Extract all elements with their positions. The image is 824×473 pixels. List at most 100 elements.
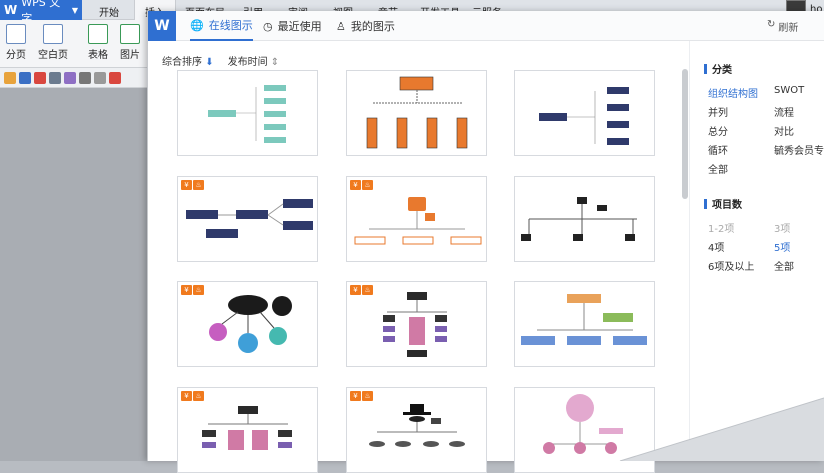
- picture-icon: [120, 24, 140, 44]
- template-card[interactable]: [514, 176, 655, 262]
- category-cycle[interactable]: 循环: [708, 142, 728, 157]
- yen-icon: ¥: [350, 285, 361, 295]
- wps-app-button[interactable]: W WPS 文字 ▼: [0, 0, 82, 25]
- category-org-chart[interactable]: 组织结构图: [708, 85, 758, 100]
- clock-icon: ◷: [263, 19, 273, 33]
- document-area: [0, 88, 150, 461]
- category-heading-label: 分类: [712, 65, 732, 76]
- template-thumbnail: [539, 87, 629, 145]
- template-card[interactable]: ¥ ♨: [346, 387, 487, 473]
- template-card[interactable]: ¥ ♨: [177, 281, 318, 367]
- arrow-down-icon: ⬇: [205, 57, 214, 68]
- flame-icon: ♨: [362, 391, 373, 401]
- tab-my-graphics[interactable]: ♙ 我的图示: [336, 11, 395, 41]
- yen-icon: ¥: [350, 391, 361, 401]
- refresh-button[interactable]: ↻ 刷新: [767, 19, 798, 34]
- category-total-sub[interactable]: 总分: [708, 123, 728, 138]
- table-icon: [88, 24, 108, 44]
- category-process[interactable]: 流程: [774, 104, 794, 119]
- preview-icon[interactable]: [64, 71, 76, 84]
- yen-icon: ¥: [350, 180, 361, 190]
- quick-access-toolbar: [0, 68, 150, 88]
- template-thumbnail: [208, 85, 286, 143]
- count-all[interactable]: 全部: [774, 258, 794, 273]
- template-card[interactable]: [514, 281, 655, 367]
- format-painter-icon[interactable]: [109, 71, 121, 84]
- blank-page-button[interactable]: 空白页: [38, 24, 68, 61]
- badge: ¥ ♨: [350, 180, 373, 190]
- template-card[interactable]: ¥ ♨: [177, 176, 318, 262]
- tab-recent[interactable]: ◷ 最近使用: [263, 11, 322, 41]
- count-heading-label: 项目数: [712, 200, 742, 211]
- category-parallel[interactable]: 并列: [708, 104, 728, 119]
- tab-start[interactable]: 开始: [99, 4, 119, 19]
- sort-composite[interactable]: 综合排序 ⬇: [162, 53, 214, 68]
- category-swot[interactable]: SWOT: [774, 85, 804, 96]
- template-card[interactable]: [346, 70, 487, 156]
- count-5[interactable]: 5项: [774, 239, 790, 254]
- picture-button[interactable]: 图片: [120, 24, 140, 61]
- tab-recent-label: 最近使用: [277, 20, 322, 33]
- badge: ¥ ♨: [181, 180, 204, 190]
- yen-icon: ¥: [181, 285, 192, 295]
- user-icon: ♙: [336, 19, 346, 33]
- flame-icon: ♨: [193, 180, 204, 190]
- template-card[interactable]: ¥ ♨: [346, 281, 487, 367]
- sort-publish-time[interactable]: 发布时间 ⇕: [228, 53, 280, 68]
- chevron-down-icon: ▼: [71, 5, 78, 15]
- count-6-plus[interactable]: 6项及以上: [708, 258, 754, 273]
- table-button[interactable]: 表格: [88, 24, 108, 61]
- wps-logo-icon: W: [148, 11, 176, 41]
- badge: ¥ ♨: [181, 391, 204, 401]
- template-thumbnail: [366, 76, 468, 149]
- sort-bar: 综合排序 ⬇ 发布时间 ⇕: [162, 53, 279, 68]
- yen-icon: ¥: [181, 180, 192, 190]
- tab-online-graphics[interactable]: 🌐 在线图示: [190, 11, 253, 41]
- page-break-label: 分页: [6, 50, 26, 61]
- export-pdf-icon[interactable]: [34, 71, 46, 84]
- yen-icon: ¥: [181, 391, 192, 401]
- template-card[interactable]: [514, 70, 655, 156]
- flame-icon: ♨: [193, 285, 204, 295]
- category-member-zone[interactable]: 毓秀会员专区: [774, 142, 824, 157]
- print-icon[interactable]: [49, 71, 61, 84]
- badge: ¥ ♨: [181, 285, 204, 295]
- template-thumbnail: [543, 394, 623, 454]
- flame-icon: ♨: [362, 180, 373, 190]
- sort-toggle-icon: ⇕: [270, 57, 280, 68]
- category-compare[interactable]: 对比: [774, 123, 794, 138]
- filter-panel: 分类 组织结构图 SWOT 并列 流程 总分 对比 循环 毓秀会员专区 全部 项…: [689, 41, 824, 461]
- globe-icon: 🌐: [190, 18, 204, 32]
- heading-bar-icon: [704, 198, 707, 209]
- dialog-header: W 🌐 在线图示 ◷ 最近使用 ♙ 我的图示 ↻ 刷新: [148, 11, 824, 41]
- open-folder-icon[interactable]: [4, 71, 16, 84]
- sort-publish-time-label: 发布时间: [227, 57, 268, 68]
- sort-composite-label: 综合排序: [162, 57, 202, 68]
- grid-scrollbar[interactable]: [682, 69, 688, 199]
- blank-page-label: 空白页: [38, 50, 68, 61]
- count-3: 3项: [774, 224, 791, 235]
- save-icon[interactable]: [19, 71, 31, 84]
- redo-icon[interactable]: [94, 71, 106, 84]
- page-break-icon: [6, 24, 26, 44]
- category-all[interactable]: 全部: [708, 161, 728, 176]
- count-heading: 项目数: [704, 196, 742, 211]
- ribbon-insert: 分页 空白页 表格 图片: [0, 20, 150, 68]
- badge: ¥ ♨: [350, 391, 373, 401]
- flame-icon: ♨: [362, 285, 373, 295]
- refresh-icon: ↻: [767, 19, 776, 30]
- badge: ¥ ♨: [350, 285, 373, 295]
- count-4[interactable]: 4项: [708, 239, 724, 254]
- page-break-button[interactable]: 分页: [6, 24, 26, 61]
- flame-icon: ♨: [193, 391, 204, 401]
- smart-graphic-dialog: W 🌐 在线图示 ◷ 最近使用 ♙ 我的图示 ↻ 刷新 综合排序 ⬇ 发布时间 …: [147, 11, 824, 473]
- wps-logo-icon: W: [4, 3, 18, 17]
- template-card[interactable]: ¥ ♨: [177, 387, 318, 473]
- template-card[interactable]: [514, 387, 655, 473]
- template-thumbnail: [521, 197, 637, 241]
- count-1-2: 1-2项: [708, 224, 735, 235]
- undo-icon[interactable]: [79, 71, 91, 84]
- template-card[interactable]: ¥ ♨: [346, 176, 487, 262]
- tab-my-graphics-label: 我的图示: [350, 20, 395, 33]
- template-card[interactable]: [177, 70, 318, 156]
